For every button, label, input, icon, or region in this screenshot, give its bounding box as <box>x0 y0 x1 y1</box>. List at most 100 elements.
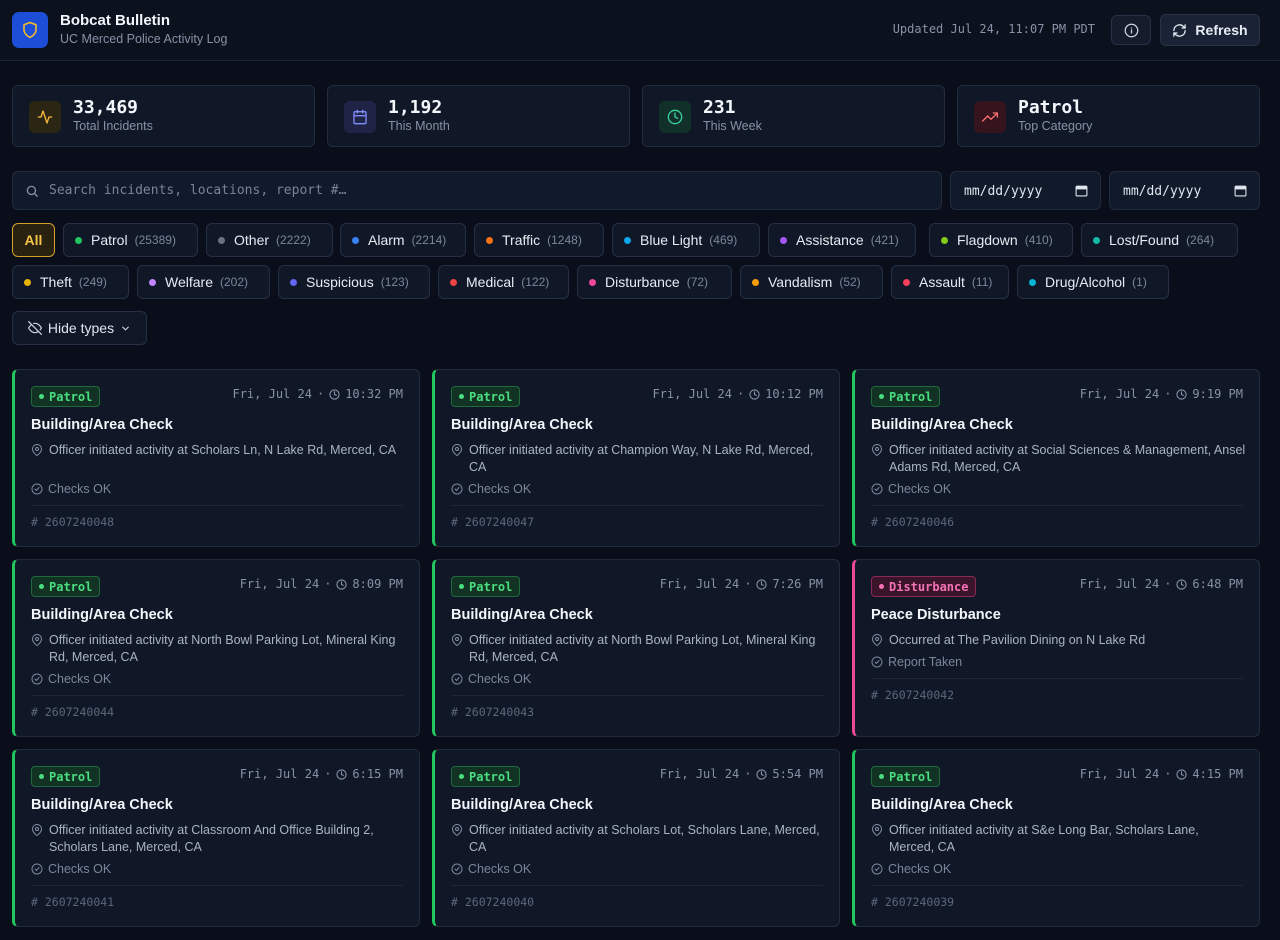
date-to-input[interactable]: mm/dd/yyyy <box>1109 171 1260 210</box>
incident-card[interactable]: Patrol Fri, Jul 24 · 10:12 PM Building/Area … <box>432 369 840 547</box>
search-box <box>12 171 942 210</box>
incident-title: Building/Area Check <box>451 607 593 623</box>
report-number: # 2607240043 <box>451 705 535 719</box>
incident-title: Building/Area Check <box>871 797 1013 813</box>
incident-datetime: Fri, Jul 24 · 5:54 PM <box>659 767 823 781</box>
category-color-dot <box>624 236 631 244</box>
chip-count: (410) <box>1024 233 1053 247</box>
incident-time: 5:54 PM <box>772 767 823 781</box>
filter-chip-theft[interactable]: Theft (249) <box>12 265 129 299</box>
incident-datetime: Fri, Jul 24 · 6:15 PM <box>239 767 403 781</box>
filter-chip-assistance[interactable]: Assistance (421) <box>768 223 916 257</box>
incident-card[interactable]: Patrol Fri, Jul 24 · 4:15 PM Building/Area C… <box>852 749 1260 927</box>
incident-card[interactable]: Patrol Fri, Jul 24 · 7:26 PM Building/Area C… <box>432 559 840 737</box>
calendar-icon[interactable] <box>1234 184 1247 197</box>
report-number: # 2607240042 <box>871 688 955 702</box>
incident-title: Building/Area Check <box>31 797 173 813</box>
stat-card-top-category: Patrol Top Category <box>957 85 1260 147</box>
card-divider <box>871 885 1243 886</box>
stat-value: 33,469 <box>73 97 139 118</box>
clock-icon <box>756 578 768 590</box>
search-input[interactable] <box>49 172 929 209</box>
category-badge: Patrol <box>871 766 941 787</box>
calendar-icon[interactable] <box>1075 184 1088 197</box>
info-button[interactable] <box>1111 15 1151 45</box>
filter-chip-all[interactable]: All <box>12 223 55 257</box>
chip-count: (421) <box>870 233 899 247</box>
filter-chip-traffic[interactable]: Traffic (1248) <box>474 223 604 257</box>
incident-time: 8:09 PM <box>352 577 403 591</box>
calendar-icon <box>344 101 376 133</box>
check-circle-icon <box>31 673 43 685</box>
refresh-icon <box>1173 23 1187 37</box>
card-divider <box>451 505 823 506</box>
map-pin-icon <box>451 634 463 646</box>
chip-label: Medical <box>466 274 515 290</box>
incident-card[interactable]: Patrol Fri, Jul 24 · 8:09 PM Building/Area C… <box>12 559 420 737</box>
incident-card[interactable]: Patrol Fri, Jul 24 · 5:54 PM Building/Area C… <box>432 749 840 927</box>
report-number: # 2607240048 <box>31 515 115 529</box>
incident-datetime: Fri, Jul 24 · 10:12 PM <box>652 387 823 401</box>
check-circle-icon <box>871 483 883 495</box>
incident-time: 7:26 PM <box>772 577 823 591</box>
chip-count: (1248) <box>547 233 582 247</box>
hide-types-button[interactable]: Hide types <box>12 311 147 345</box>
filter-chip-assault[interactable]: Assault (11) <box>891 265 1009 299</box>
chip-label: Suspicious <box>306 274 374 290</box>
report-number: # 2607240041 <box>31 895 115 909</box>
clock-icon <box>329 388 340 400</box>
incident-status: Checks OK <box>451 672 531 686</box>
category-badge: Patrol <box>31 576 101 597</box>
category-badge: Patrol <box>451 766 521 787</box>
filter-chip-lost-found[interactable]: Lost/Found (264) <box>1081 223 1238 257</box>
category-color-dot <box>75 236 82 244</box>
chip-count: (202) <box>219 275 248 289</box>
category-color-dot <box>218 236 225 244</box>
incident-title: Building/Area Check <box>31 607 173 623</box>
filter-chip-blue-light[interactable]: Blue Light (469) <box>612 223 760 257</box>
map-pin-icon <box>451 824 463 836</box>
category-color-dot <box>290 278 297 286</box>
filter-chip-vandalism[interactable]: Vandalism (52) <box>740 265 883 299</box>
filter-chip-drug-alcohol[interactable]: Drug/Alcohol (1) <box>1017 265 1169 299</box>
card-divider <box>451 695 823 696</box>
filter-chip-welfare[interactable]: Welfare (202) <box>137 265 270 299</box>
eye-off-icon <box>27 321 42 335</box>
filter-chip-flagdown[interactable]: Flagdown (410) <box>929 223 1073 257</box>
chip-count: (52) <box>839 275 861 289</box>
date-from-input[interactable]: mm/dd/yyyy <box>950 171 1101 210</box>
stat-label: This Week <box>703 119 762 133</box>
incident-status: Checks OK <box>451 862 531 876</box>
incident-card[interactable]: Patrol Fri, Jul 24 · 10:32 PM Building/Area … <box>12 369 420 547</box>
chip-label: Vandalism <box>768 274 833 290</box>
incident-date: Fri, Jul 24 <box>659 577 740 591</box>
filter-chip-disturbance[interactable]: Disturbance (72) <box>577 265 732 299</box>
filter-chip-suspicious[interactable]: Suspicious (123) <box>278 265 430 299</box>
incident-location: Officer initiated activity at Scholars L… <box>31 442 407 459</box>
incident-date: Fri, Jul 24 <box>239 577 320 591</box>
filter-chip-patrol[interactable]: Patrol (25389) <box>63 223 198 257</box>
incident-card[interactable]: Patrol Fri, Jul 24 · 6:15 PM Building/Area C… <box>12 749 420 927</box>
incident-time: 6:15 PM <box>352 767 403 781</box>
incident-card[interactable]: Disturbance Fri, Jul 24 · 6:48 PM Peace Dist… <box>852 559 1260 737</box>
stat-label: Total Incidents <box>73 119 153 133</box>
filter-chip-medical[interactable]: Medical (122) <box>438 265 569 299</box>
stat-card-month: 1,192 This Month <box>327 85 630 147</box>
map-pin-icon <box>871 444 883 456</box>
check-circle-icon <box>31 863 43 875</box>
incident-date: Fri, Jul 24 <box>1079 767 1160 781</box>
incident-status: Checks OK <box>31 862 111 876</box>
search-icon <box>26 185 38 197</box>
refresh-button[interactable]: Refresh <box>1160 14 1260 46</box>
incident-date: Fri, Jul 24 <box>659 767 740 781</box>
incident-date: Fri, Jul 24 <box>1079 387 1160 401</box>
filter-chip-other[interactable]: Other (2222) <box>206 223 333 257</box>
incident-time: 9:19 PM <box>1192 387 1243 401</box>
incident-location: Officer initiated activity at North Bowl… <box>31 632 407 666</box>
clock-icon <box>336 768 348 780</box>
app-title: Bobcat Bulletin <box>60 12 171 29</box>
filter-chip-alarm[interactable]: Alarm (2214) <box>340 223 466 257</box>
incident-card[interactable]: Patrol Fri, Jul 24 · 9:19 PM Building/Area C… <box>852 369 1260 547</box>
category-color-dot <box>149 278 156 286</box>
clock-icon <box>1176 388 1188 400</box>
